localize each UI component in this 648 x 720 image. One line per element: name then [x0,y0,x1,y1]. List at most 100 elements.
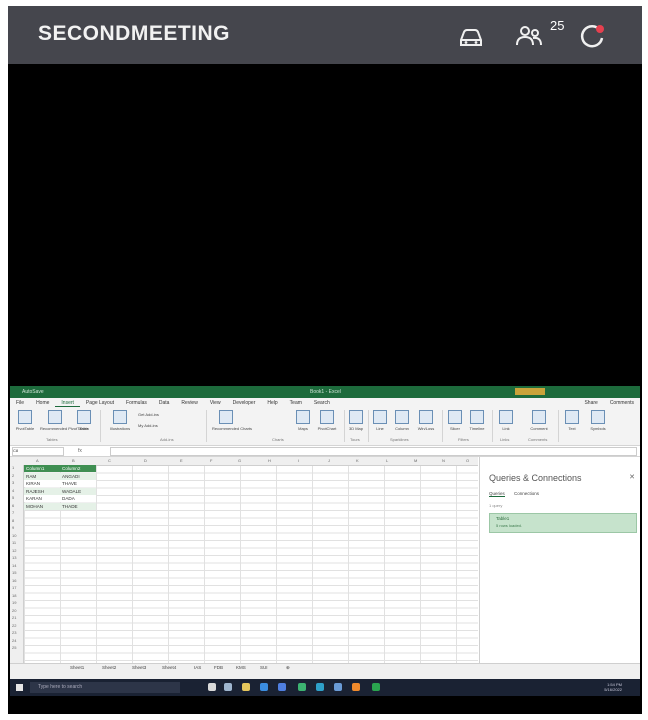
sheet-tab[interactable]: KMS [236,665,246,670]
menu-insert[interactable]: Insert [55,398,80,407]
row-header[interactable]: 8 [12,518,14,523]
slicer-button[interactable]: Slicer [446,410,464,434]
sheet-tab[interactable]: SUI [260,665,268,670]
row-header[interactable]: 18 [12,593,16,598]
row-header[interactable]: 12 [12,548,16,553]
column-header[interactable]: M [414,458,417,463]
menu-page-layout[interactable]: Page Layout [80,398,120,407]
column-header[interactable]: B [72,458,75,463]
row-header[interactable]: 15 [12,570,16,575]
row-header[interactable]: 4 [12,488,14,493]
row-header[interactable]: 3 [12,480,14,485]
column-header[interactable]: G [238,458,241,463]
table-cell[interactable]: RAM [26,473,36,480]
row-header[interactable]: 5 [12,495,14,500]
pivotchart-button[interactable]: PivotChart [314,410,340,434]
table-cell[interactable]: RAJESH [26,488,44,495]
row-header[interactable]: 16 [12,578,16,583]
menu-help[interactable]: Help [261,398,283,407]
comment-button[interactable]: Comment [526,410,552,434]
column-header[interactable]: H [268,458,271,463]
participants-icon[interactable] [513,20,545,52]
column-header[interactable]: F [210,458,212,463]
column-header[interactable]: C [108,458,111,463]
table-cell[interactable]: KIRAN [26,480,40,487]
car-icon[interactable] [455,20,487,52]
tab-connections[interactable]: Connections [514,491,539,496]
symbols-button[interactable]: Symbols [586,410,610,434]
table-cell[interactable]: THAVE [62,480,77,487]
link-button[interactable]: Link [498,410,514,434]
chrome-icon[interactable] [298,683,306,691]
get-addins-button[interactable]: Get Add-ins My Add-ins [138,410,178,434]
menu-file[interactable]: File [10,398,30,407]
app-icon[interactable] [334,683,342,691]
sheet-tab[interactable]: FDB [214,665,223,670]
line-sparkline-button[interactable]: Line [372,410,388,434]
column-header[interactable]: K [356,458,359,463]
sheet-tab[interactable]: Sheet3 [132,665,146,670]
row-header[interactable]: 11 [12,540,16,545]
edge-icon[interactable] [260,683,268,691]
menu-data[interactable]: Data [153,398,176,407]
row-header[interactable]: 2 [12,473,14,478]
column-header[interactable]: O [466,458,469,463]
3d-map-button[interactable]: 3D Map [348,410,364,434]
comments-button[interactable]: Comments [604,398,640,407]
table-header-cell[interactable]: Column1 [26,465,44,472]
file-explorer-icon[interactable] [242,683,250,691]
query-item[interactable]: Table1 5 rows loaded. [489,513,637,533]
row-header[interactable]: 23 [12,630,16,635]
task-view-icon[interactable] [224,683,232,691]
table-button[interactable]: Table [74,410,94,434]
table-cell[interactable]: MOHAN [26,503,43,510]
sheet-tab[interactable]: Sheet2 [102,665,116,670]
row-header[interactable]: 10 [12,533,16,538]
winloss-sparkline-button[interactable]: Win/Loss [416,410,436,434]
add-sheet-icon[interactable]: ⊕ [286,665,290,671]
refresh-icon[interactable] [576,20,608,52]
app-icon[interactable] [316,683,324,691]
recommended-charts-button[interactable]: Recommended Charts [212,410,252,434]
taskbar-search[interactable]: Type here to search [30,682,180,693]
row-header[interactable]: 22 [12,623,16,628]
table-cell[interactable]: DADA [62,495,75,502]
timeline-button[interactable]: Timeline [466,410,488,434]
table-cell[interactable]: THADE [62,503,78,510]
column-header[interactable]: A [36,458,39,463]
row-header[interactable]: 25 [12,645,16,650]
menu-team[interactable]: Team [284,398,308,407]
row-header[interactable]: 1 [12,465,14,470]
column-header[interactable]: I [298,458,299,463]
row-header[interactable]: 20 [12,608,16,613]
column-header[interactable]: D [144,458,147,463]
sheet-tab[interactable]: Sheet1 [70,665,84,670]
excel-icon[interactable] [372,683,380,691]
row-header[interactable]: 7 [12,510,14,515]
menu-search[interactable]: Search [308,398,336,407]
tab-queries[interactable]: Queries [489,491,505,497]
row-header[interactable]: 14 [12,563,16,568]
menu-review[interactable]: Review [175,398,203,407]
menu-formulas[interactable]: Formulas [120,398,153,407]
illustrations-button[interactable]: Illustrations [106,410,134,434]
table-header-cell[interactable]: Column2 [62,465,80,472]
row-header[interactable]: 21 [12,615,16,620]
column-header[interactable]: N [442,458,445,463]
formula-input[interactable] [110,447,637,456]
row-header[interactable]: 19 [12,600,16,605]
recommended-pivottables-button[interactable]: Recommended PivotTables [40,410,89,434]
table-cell[interactable]: ANGADI [62,473,80,480]
column-header[interactable]: E [180,458,183,463]
sheet-tab[interactable]: IAS [194,665,201,670]
column-sparkline-button[interactable]: Column [392,410,412,434]
row-header[interactable]: 13 [12,555,16,560]
pivottable-button[interactable]: PivotTable [14,410,36,434]
windows-start-icon[interactable] [16,684,23,691]
menu-home[interactable]: Home [30,398,55,407]
menu-view[interactable]: View [204,398,227,407]
menu-developer[interactable]: Developer [227,398,262,407]
close-icon[interactable]: ✕ [629,473,635,481]
app-icon[interactable] [352,683,360,691]
row-header[interactable]: 6 [12,503,14,508]
